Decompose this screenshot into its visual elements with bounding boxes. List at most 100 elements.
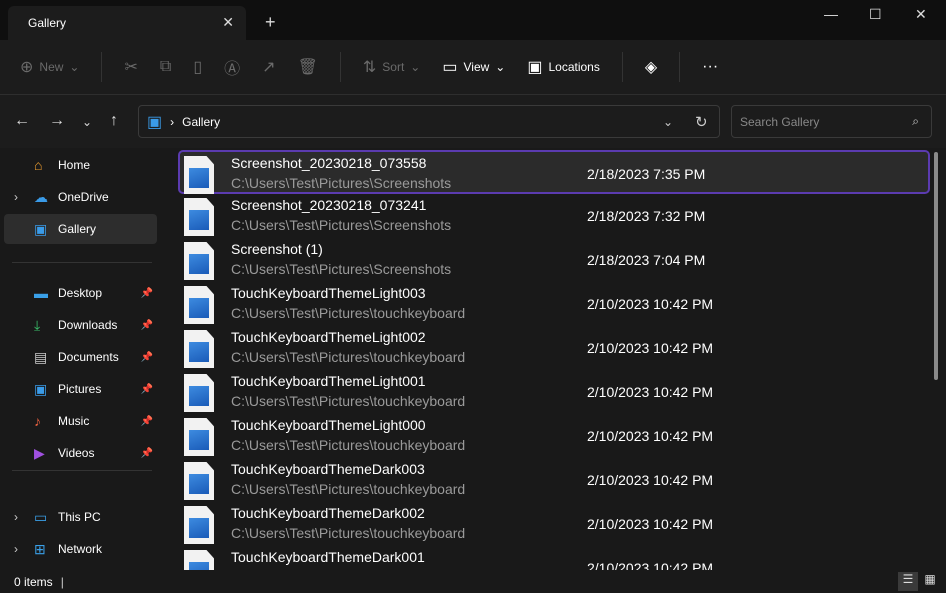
file-row[interactable]: TouchKeyboardThemeLight000 C:\Users\Test…	[165, 414, 930, 458]
sort-icon: ⇅	[362, 59, 377, 76]
desktop-icon: ▬	[34, 285, 48, 301]
sidebar-item-pictures[interactable]: ▣ Pictures 📌	[4, 374, 157, 404]
pin-icon: 📌	[140, 351, 153, 363]
clipboard-icon: ▯	[193, 59, 203, 76]
file-name: TouchKeyboardThemeLight003	[231, 285, 426, 301]
file-name: TouchKeyboardThemeLight001	[231, 373, 426, 389]
sort-button[interactable]: ⇅ Sort ⌄	[363, 57, 420, 77]
close-window-button[interactable]: ✕	[915, 6, 927, 23]
chevron-right-icon[interactable]: ›	[14, 510, 18, 524]
tag-button[interactable]: ◈	[645, 57, 657, 77]
search-icon: ⌕	[912, 114, 919, 128]
sidebar-item-gallery[interactable]: ▣ Gallery	[4, 214, 157, 244]
maximize-button[interactable]: ☐	[869, 6, 882, 23]
address-bar[interactable]: ▣ › Gallery ⌄ ↻	[138, 105, 720, 138]
file-date: 2/10/2023 10:42 PM	[587, 516, 714, 532]
image-file-icon	[184, 198, 214, 236]
back-button[interactable]: ←	[14, 112, 30, 130]
tab-title: Gallery	[28, 16, 67, 30]
search-placeholder: Search Gallery	[740, 114, 820, 129]
new-tab-button[interactable]: +	[265, 12, 276, 33]
file-row[interactable]: TouchKeyboardThemeDark001 C:\Users\Test\…	[165, 546, 930, 570]
view-icon: ▭	[442, 59, 458, 76]
locations-button[interactable]: ▣ Locations	[527, 57, 600, 77]
image-file-icon	[184, 330, 214, 368]
tiles-view-button[interactable]: ▦	[920, 572, 940, 591]
refresh-button[interactable]: ↻	[695, 113, 708, 131]
rename-button[interactable]: Ⓐ	[224, 55, 240, 79]
minimize-button[interactable]: —	[824, 6, 838, 22]
file-path: C:\Users\Test\Pictures\touchkeyboard	[231, 525, 466, 541]
sidebar-item-label: OneDrive	[58, 190, 109, 204]
close-tab-icon[interactable]: ✕	[222, 14, 234, 31]
scrollbar[interactable]	[934, 152, 938, 380]
divider	[679, 52, 681, 82]
file-row[interactable]: Screenshot_20230218_073241 C:\Users\Test…	[165, 194, 930, 238]
sidebar-item-label: Gallery	[58, 222, 97, 236]
file-date: 2/18/2023 7:04 PM	[587, 252, 706, 268]
home-icon: ⌂	[34, 157, 43, 173]
file-path: C:\Users\Test\Pictures\touchkeyboard	[231, 481, 466, 497]
image-file-icon	[184, 462, 214, 500]
tab-gallery[interactable]: Gallery ✕	[8, 6, 246, 40]
rename-icon: Ⓐ	[224, 61, 241, 78]
sidebar-item-network[interactable]: › ⊞ Network	[4, 534, 157, 564]
view-button[interactable]: ▭ View ⌄	[442, 57, 505, 77]
divider	[101, 52, 103, 82]
sort-label: Sort	[382, 60, 405, 74]
cut-button[interactable]: ✂	[124, 57, 137, 77]
sidebar-item-home[interactable]: ⌂ Home	[4, 150, 157, 180]
search-input[interactable]: Search Gallery ⌕	[731, 105, 932, 138]
more-button[interactable]: ···	[702, 58, 718, 76]
file-name: TouchKeyboardThemeDark003	[231, 461, 425, 477]
forward-button[interactable]: →	[49, 112, 65, 130]
paste-button[interactable]: ▯	[193, 57, 202, 77]
file-row[interactable]: TouchKeyboardThemeLight002 C:\Users\Test…	[165, 326, 930, 370]
pin-icon: 📌	[140, 415, 153, 427]
file-name: TouchKeyboardThemeLight002	[231, 329, 426, 345]
chevron-right-icon[interactable]: ›	[14, 190, 18, 204]
file-row[interactable]: TouchKeyboardThemeLight001 C:\Users\Test…	[165, 370, 930, 414]
sidebar-item-desktop[interactable]: ▬ Desktop 📌	[4, 278, 157, 308]
chevron-right-icon[interactable]: ›	[14, 542, 18, 556]
sidebar-item-label: Home	[58, 158, 91, 172]
item-count: 0 items	[14, 574, 53, 589]
sidebar-item-this-pc[interactable]: › ▭ This PC	[4, 502, 157, 532]
recent-dropdown[interactable]: ⌄	[82, 115, 92, 129]
file-name: TouchKeyboardThemeDark001	[231, 549, 425, 565]
file-row[interactable]: Screenshot_20230218_073558 C:\Users\Test…	[178, 150, 930, 194]
copy-button[interactable]: ⧉	[160, 58, 171, 76]
file-date: 2/10/2023 10:42 PM	[587, 384, 714, 400]
file-date: 2/10/2023 10:42 PM	[587, 296, 714, 312]
sidebar-item-videos[interactable]: ▶ Videos 📌	[4, 438, 157, 468]
file-row[interactable]: TouchKeyboardThemeDark003 C:\Users\Test\…	[165, 458, 930, 502]
delete-button[interactable]: 🗑	[298, 57, 318, 77]
network-icon: ⊞	[34, 540, 46, 557]
sidebar-item-onedrive[interactable]: › ☁ OneDrive	[4, 182, 157, 212]
image-file-icon	[184, 418, 214, 456]
videos-icon: ▶	[34, 444, 45, 461]
file-row[interactable]: TouchKeyboardThemeDark002 C:\Users\Test\…	[165, 502, 930, 546]
file-path: C:\Users\Test\Pictures\Screenshots	[231, 175, 452, 191]
new-button[interactable]: ⊕ New ⌄	[20, 57, 79, 77]
file-row[interactable]: Screenshot (1) C:\Users\Test\Pictures\Sc…	[165, 238, 930, 282]
pin-icon: 📌	[140, 447, 153, 459]
details-view-button[interactable]: ☰	[898, 572, 918, 591]
more-icon: ···	[702, 58, 719, 75]
up-button[interactable]: ↑	[110, 112, 118, 130]
sidebar-item-label: Desktop	[58, 286, 103, 300]
file-path: C:\Users\Test\Pictures\touchkeyboard	[231, 305, 466, 321]
file-row[interactable]: TouchKeyboardThemeLight003 C:\Users\Test…	[165, 282, 930, 326]
locations-label: Locations	[548, 60, 600, 74]
share-button[interactable]: ↗	[262, 57, 275, 77]
sidebar-item-music[interactable]: ♪ Music 📌	[4, 406, 157, 436]
file-name: TouchKeyboardThemeDark002	[231, 505, 425, 521]
gallery-icon: ▣	[147, 113, 163, 131]
address-dropdown[interactable]: ⌄	[663, 115, 673, 129]
onedrive-icon: ☁	[34, 188, 48, 205]
sidebar-item-downloads[interactable]: ⤓ Downloads 📌	[4, 310, 157, 340]
copy-icon: ⧉	[159, 58, 172, 75]
image-file-icon	[184, 242, 214, 280]
breadcrumb-gallery[interactable]: Gallery	[182, 115, 220, 129]
sidebar-item-documents[interactable]: ▤ Documents 📌	[4, 342, 157, 372]
